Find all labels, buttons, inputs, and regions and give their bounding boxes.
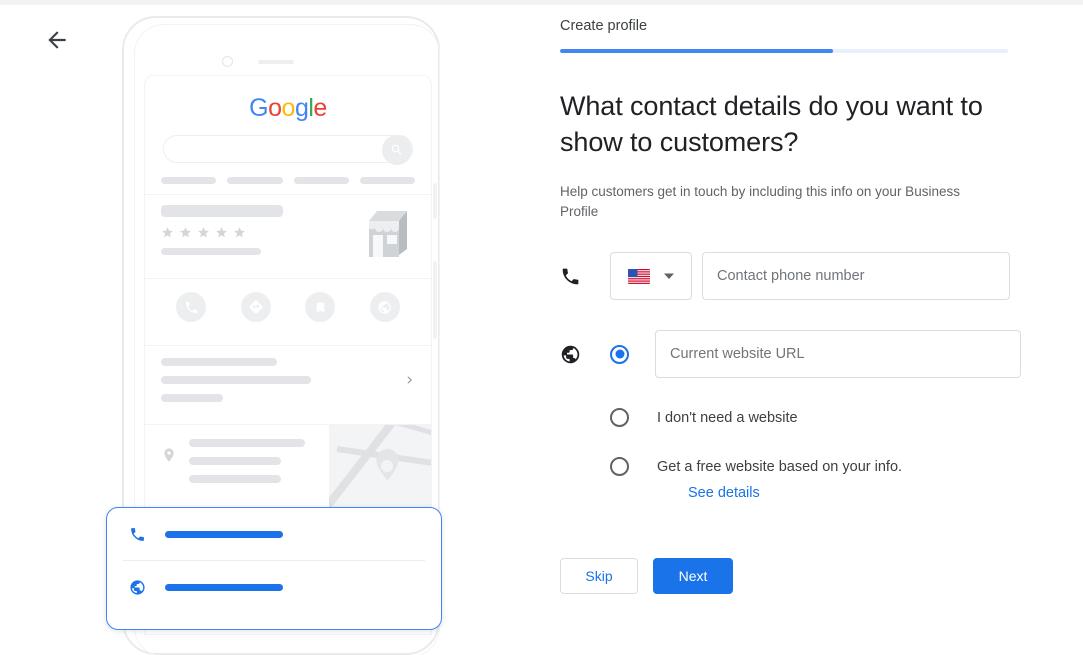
mock-list-row bbox=[145, 346, 431, 414]
chevron-down-icon bbox=[664, 273, 674, 279]
arrow-left-icon bbox=[48, 31, 66, 49]
see-details-link[interactable]: See details bbox=[688, 485, 1030, 501]
app-root: Google Create profile What contact detai… bbox=[0, 0, 1083, 655]
placeholder-bar bbox=[161, 358, 277, 366]
option-free-website[interactable]: Get a free website based on your info. bbox=[560, 457, 1030, 476]
logo-letter-g1: G bbox=[249, 94, 269, 122]
phone-speaker bbox=[258, 60, 294, 64]
contact-info-callout bbox=[106, 507, 442, 630]
placeholder-bar bbox=[165, 583, 283, 591]
placeholder-bar bbox=[161, 205, 283, 217]
placeholder-bar bbox=[161, 376, 311, 384]
chevron-right-icon bbox=[407, 376, 412, 384]
mock-business-card bbox=[145, 195, 431, 268]
radio-current-website[interactable] bbox=[610, 344, 629, 364]
progress-bar bbox=[560, 49, 1008, 53]
chip bbox=[293, 177, 349, 184]
star-icon bbox=[180, 227, 191, 238]
globe-icon bbox=[560, 344, 590, 365]
mock-filter-chips bbox=[161, 177, 415, 184]
phone-icon bbox=[131, 527, 144, 541]
placeholder-bar bbox=[189, 457, 281, 465]
callout-row-website bbox=[107, 561, 441, 613]
star-icon bbox=[198, 227, 209, 238]
website-url-input[interactable]: Current website URL bbox=[655, 330, 1021, 378]
step-kicker: Create profile bbox=[560, 18, 648, 34]
page-title: What contact details do you want to show… bbox=[560, 91, 983, 157]
map-pin-icon bbox=[164, 448, 174, 462]
progress-bar-fill bbox=[560, 49, 834, 53]
option-no-website[interactable]: I don't need a website bbox=[560, 408, 1030, 427]
placeholder-bar bbox=[189, 475, 281, 483]
placeholder-bar bbox=[189, 439, 305, 447]
placeholder-bar bbox=[165, 530, 283, 538]
star-icon bbox=[162, 227, 173, 238]
create-profile-panel: Create profile What contact details do y… bbox=[560, 0, 1030, 594]
chip bbox=[359, 177, 415, 184]
google-logo: Google bbox=[145, 76, 431, 123]
placeholder-bar bbox=[161, 248, 261, 255]
phone-icon bbox=[176, 292, 207, 322]
map-thumbnail bbox=[329, 425, 431, 509]
phone-number-input[interactable]: Contact phone number bbox=[702, 252, 1010, 300]
option-free-website-label: Get a free website based on your info. bbox=[657, 458, 903, 475]
storefront-icon bbox=[369, 211, 407, 257]
logo-letter-o2: o bbox=[281, 94, 296, 122]
phone-form-row: Contact phone number bbox=[560, 252, 1030, 300]
bookmark-icon bbox=[305, 292, 336, 322]
magnifier-icon bbox=[382, 135, 412, 165]
mock-search-bar bbox=[163, 135, 413, 165]
directions-icon bbox=[240, 292, 271, 322]
chip bbox=[161, 177, 217, 184]
mock-map-row bbox=[145, 425, 431, 509]
action-buttons: Skip Next bbox=[560, 558, 1030, 594]
chip bbox=[227, 177, 283, 184]
logo-letter-g2: g bbox=[294, 94, 309, 122]
phone-side-button-top bbox=[433, 183, 437, 219]
country-code-selector[interactable] bbox=[610, 252, 692, 300]
placeholder-bar bbox=[161, 394, 223, 402]
us-flag-icon bbox=[628, 268, 650, 284]
skip-button[interactable]: Skip bbox=[560, 558, 638, 594]
website-url-placeholder: Current website URL bbox=[670, 346, 805, 362]
logo-letter-e: e bbox=[313, 94, 327, 122]
back-button[interactable] bbox=[44, 27, 70, 53]
phone-icon bbox=[560, 266, 590, 287]
phone-side-button-bottom bbox=[433, 261, 437, 339]
callout-row-phone bbox=[107, 508, 441, 560]
globe-icon bbox=[130, 579, 145, 595]
next-button[interactable]: Next bbox=[653, 558, 733, 594]
mock-action-buttons bbox=[145, 279, 431, 335]
website-form-row: Current website URL bbox=[560, 330, 1030, 378]
radio-no-website[interactable] bbox=[610, 408, 629, 427]
phone-camera bbox=[222, 56, 233, 67]
phone-number-placeholder: Contact phone number bbox=[717, 268, 865, 284]
star-icon bbox=[216, 227, 227, 238]
radio-free-website[interactable] bbox=[610, 457, 629, 476]
logo-letter-o1: o bbox=[268, 94, 282, 122]
star-icon bbox=[234, 227, 245, 238]
option-no-website-label: I don't need a website bbox=[657, 409, 798, 426]
globe-icon bbox=[369, 292, 400, 322]
page-subtitle: Help customers get in touch by including… bbox=[560, 184, 960, 219]
